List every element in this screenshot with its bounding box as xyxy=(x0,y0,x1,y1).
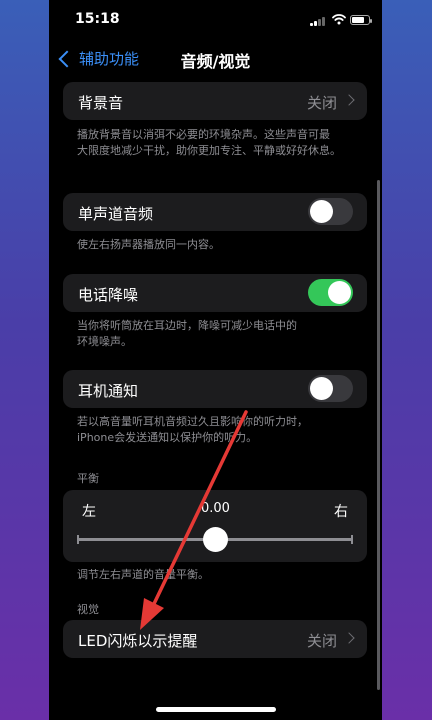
home-indicator[interactable] xyxy=(156,707,276,712)
page-title: 音频/视觉 xyxy=(180,52,251,71)
phone-noise-cancellation-description: 当你将听筒放在耳边时，降噪可减少电话中的 环境噪声。 xyxy=(77,319,297,348)
scrollbar[interactable] xyxy=(377,180,380,690)
battery-icon xyxy=(350,15,372,25)
phone-noise-cancellation-row: 电话降噪 xyxy=(63,274,367,312)
balance-section-header: 平衡 xyxy=(77,472,99,485)
background-sound-value: 关闭 xyxy=(306,94,337,112)
mono-audio-description: 使左右扬声器播放同一内容。 xyxy=(77,238,220,251)
background-sound-description: 播放背景音以消弭不必要的环境杂声。这些声音可最 大限度地减少干扰，助你更加专注、… xyxy=(77,128,341,157)
headphone-notifications-label: 耳机通知 xyxy=(78,382,139,400)
led-flash-label: LED闪烁以示提醒 xyxy=(78,632,198,650)
background-sound-row[interactable]: 背景音 关闭 xyxy=(63,82,367,120)
headphone-notifications-row: 耳机通知 xyxy=(63,370,367,408)
chevron-right-icon xyxy=(343,94,355,106)
visual-section-header: 视觉 xyxy=(77,603,99,616)
mono-audio-toggle[interactable] xyxy=(308,198,353,225)
balance-value: 0.00 xyxy=(201,501,230,516)
balance-card: 左 0.00 右 xyxy=(63,490,367,562)
phone-noise-cancellation-toggle[interactable] xyxy=(308,279,353,306)
headphone-notifications-description: 若以高音量听耳机音频过久且影响你的听力时， iPhone会发送通知以保护你的听力… xyxy=(77,415,308,444)
phone-screen: 15:18 辅助功能 音频/视觉 背景音 关闭 播放背景音以消弭不必要的环境杂声… xyxy=(49,0,382,720)
balance-left-label: 左 xyxy=(82,504,96,520)
balance-slider-thumb[interactable] xyxy=(203,527,228,552)
headphone-notifications-toggle[interactable] xyxy=(308,375,353,402)
chevron-right-icon xyxy=(343,632,355,644)
led-flash-row[interactable]: LED闪烁以示提醒 关闭 xyxy=(63,620,367,658)
mono-audio-row: 单声道音频 xyxy=(63,193,367,231)
mono-audio-label: 单声道音频 xyxy=(78,205,154,223)
background-sound-label: 背景音 xyxy=(78,94,124,112)
led-flash-value: 关闭 xyxy=(306,632,337,650)
wifi-icon xyxy=(332,14,346,25)
balance-description: 调节左右声道的音量平衡。 xyxy=(77,568,209,581)
status-time: 15:18 xyxy=(75,11,120,27)
status-bar: 15:18 xyxy=(49,0,382,40)
navigation-bar: 辅助功能 音频/视觉 xyxy=(49,40,382,78)
balance-right-label: 右 xyxy=(334,504,348,520)
signal-icon xyxy=(310,17,326,26)
phone-noise-cancellation-label: 电话降噪 xyxy=(78,286,139,304)
